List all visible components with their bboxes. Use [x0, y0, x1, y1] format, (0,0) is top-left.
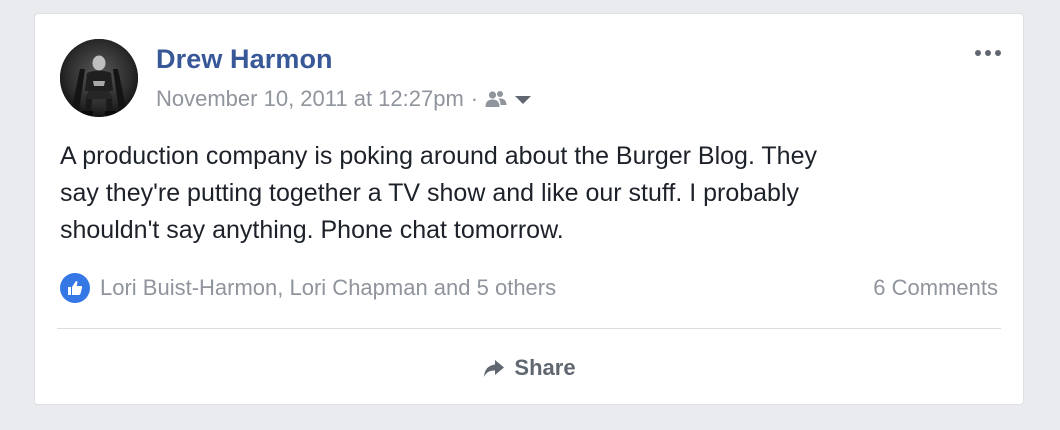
actions-divider [57, 328, 1001, 329]
avatar-photo [60, 39, 138, 117]
chevron-down-icon [515, 96, 532, 104]
reactions-summary[interactable]: Lori Buist-Harmon, Lori Chapman and 5 ot… [60, 273, 556, 303]
comments-count[interactable]: 6 Comments [873, 275, 998, 301]
meta-separator: · [470, 86, 479, 111]
share-arrow-icon [484, 360, 505, 377]
reactions-row: Lori Buist-Harmon, Lori Chapman and 5 ot… [60, 270, 998, 306]
reactors-list[interactable]: Lori Buist-Harmon, Lori Chapman and 5 ot… [100, 275, 556, 301]
share-label: Share [514, 355, 576, 380]
post-timestamp[interactable]: November 10, 2011 at 12:27pm [156, 86, 464, 112]
author-avatar[interactable] [60, 39, 138, 117]
share-button[interactable]: Share [57, 344, 1001, 392]
author-name[interactable]: Drew Harmon [156, 44, 333, 75]
post-text: A production company is poking around ab… [60, 142, 817, 244]
like-icon [60, 273, 90, 303]
post-card: Drew Harmon November 10, 2011 at 12:27pm… [34, 13, 1024, 405]
friends-icon [485, 91, 507, 107]
more-options-icon[interactable] [975, 46, 1001, 60]
audience-selector[interactable] [484, 89, 534, 109]
post-meta: November 10, 2011 at 12:27pm · [156, 86, 534, 112]
